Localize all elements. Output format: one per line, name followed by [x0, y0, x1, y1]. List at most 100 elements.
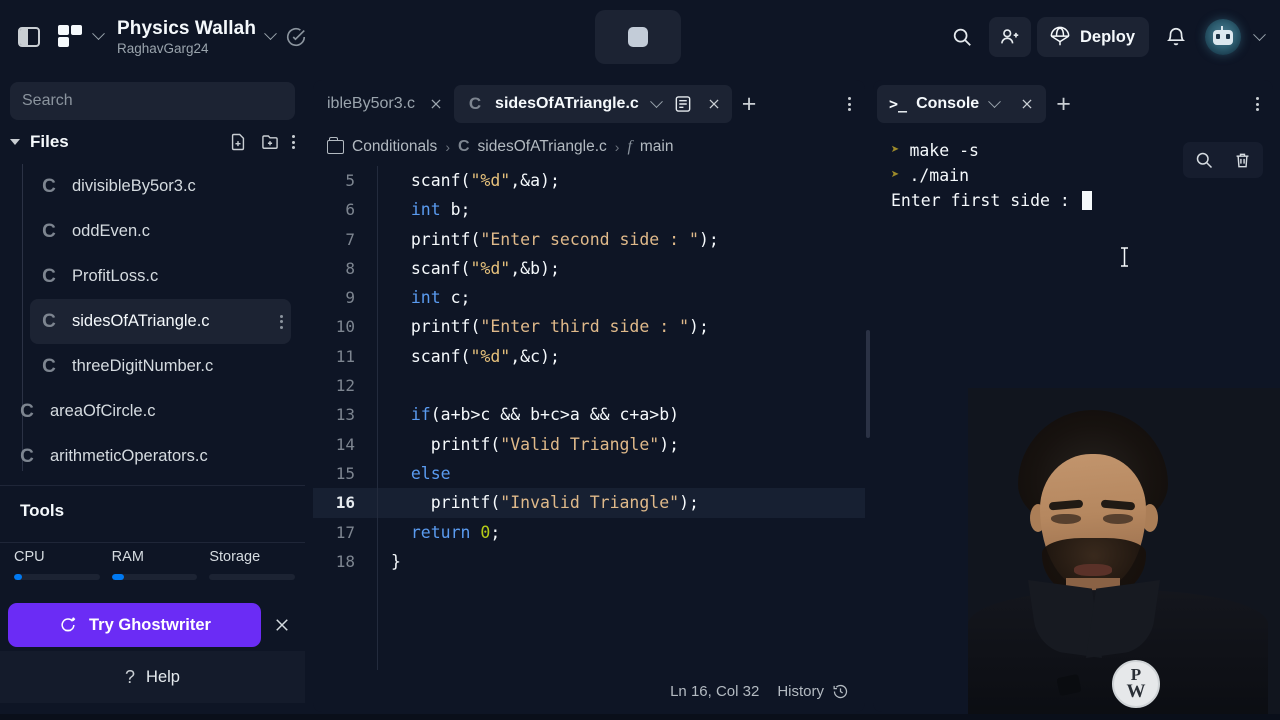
close-icon[interactable] [702, 97, 726, 111]
chevron-down-icon[interactable] [1253, 27, 1266, 41]
workspace-chevron-icon[interactable] [92, 27, 105, 41]
webcam-mouth [1074, 564, 1112, 576]
line-number: 16 [335, 493, 355, 513]
robot-avatar-icon[interactable] [1205, 19, 1241, 55]
search-input[interactable] [22, 92, 283, 110]
code-line[interactable]: 11 scanf("%d",&c); [313, 342, 865, 371]
file-tree-item-selected[interactable]: C sidesOfATriangle.c [30, 299, 291, 344]
code-token: (a+b>c && b+c>a && c+a>b) [430, 405, 680, 425]
breadcrumb-symbol[interactable]: main [640, 138, 674, 156]
help-label: Help [146, 667, 180, 686]
line-source[interactable]: printf("Enter third side : "); [369, 312, 709, 341]
close-icon[interactable] [1012, 97, 1042, 111]
code-line[interactable]: 12 [313, 371, 865, 400]
history-label: History [777, 682, 824, 700]
code-line[interactable]: 5 scanf("%d",&a); [313, 166, 865, 195]
try-ghostwriter-button[interactable]: Try Ghostwriter [8, 603, 261, 647]
line-number: 18 [335, 551, 355, 571]
code-line[interactable]: 6 int b; [313, 195, 865, 224]
files-section-header[interactable]: Files [0, 120, 305, 164]
code-line[interactable]: 16 printf("Invalid Triangle"); [313, 488, 865, 518]
project-owner: RaghavGarg24 [117, 40, 209, 56]
editor-scrollbar[interactable] [866, 330, 870, 438]
code-token: ( [470, 317, 481, 337]
document-preview-icon[interactable] [673, 94, 693, 114]
code-line[interactable]: 18} [313, 547, 865, 576]
trash-icon[interactable] [1227, 146, 1257, 174]
search-icon[interactable] [1189, 146, 1219, 174]
new-file-icon[interactable] [228, 132, 248, 152]
file-tree-item[interactable]: C divisibleBy5or3.c [30, 164, 291, 209]
help-button[interactable]: ? Help [0, 651, 305, 703]
file-tree-item[interactable]: C arithmeticOperators.c [8, 434, 291, 479]
code-line[interactable]: 13 if(a+b>c && b+c>a && c+a>b) [313, 400, 865, 429]
code-line[interactable]: 17 return 0; [313, 518, 865, 547]
close-icon[interactable] [424, 97, 448, 111]
plus-icon[interactable]: + [1046, 91, 1081, 117]
invite-user-icon[interactable] [988, 17, 1031, 57]
tools-section-header[interactable]: Tools [0, 486, 305, 536]
line-source[interactable]: scanf("%d",&a); [369, 166, 560, 195]
kebab-menu-icon[interactable] [848, 97, 861, 111]
code-line[interactable]: 10 printf("Enter third side : "); [313, 312, 865, 341]
bottom-strip [0, 714, 1280, 720]
bell-icon[interactable] [1155, 17, 1197, 57]
code-line[interactable]: 9 int c; [313, 283, 865, 312]
search-icon[interactable] [941, 17, 983, 57]
search-input-wrapper[interactable] [10, 82, 295, 120]
kebab-menu-icon[interactable] [280, 314, 291, 329]
tab-label: ibleBy5or3.c [327, 95, 416, 112]
line-source[interactable]: scanf("%d",&b); [369, 254, 560, 283]
editor-tab-inactive[interactable]: ibleBy5or3.c [317, 85, 454, 123]
line-number: 5 [345, 171, 355, 190]
new-folder-icon[interactable] [260, 132, 280, 152]
breadcrumb-file[interactable]: sidesOfATriangle.c [478, 138, 607, 156]
workspace-identity[interactable]: Physics Wallah RaghavGarg24 [58, 18, 307, 56]
line-source[interactable]: scanf("%d",&c); [369, 342, 560, 371]
file-tree-item[interactable]: C ProfitLoss.c [30, 254, 291, 299]
line-source[interactable]: else [369, 459, 451, 488]
line-source[interactable]: printf("Valid Triangle"); [369, 430, 679, 459]
file-tree-item[interactable]: C oddEven.c [30, 209, 291, 254]
breadcrumb-folder[interactable]: Conditionals [352, 138, 437, 156]
file-tree-item[interactable]: C areaOfCircle.c [8, 389, 291, 434]
console-tab-bar: >_ Console + [873, 80, 1273, 128]
code-line[interactable]: 15 else [313, 459, 865, 488]
chevron-down-icon[interactable] [10, 139, 20, 145]
check-circle-icon[interactable] [285, 26, 307, 48]
console-tab[interactable]: >_ Console [877, 85, 1047, 123]
chevron-down-icon[interactable] [649, 94, 663, 108]
plus-icon[interactable]: + [732, 91, 767, 117]
editor-tab-active[interactable]: C sidesOfATriangle.c [454, 85, 732, 123]
code-line[interactable]: 8 scanf("%d",&b); [313, 254, 865, 283]
line-source[interactable]: } [369, 547, 401, 576]
code-lines[interactable]: 5 scanf("%d",&a); 6 int b; 7 printf("Enter… [313, 166, 865, 576]
code-line[interactable]: 7 printf("Enter second side : "); [313, 225, 865, 254]
file-tree-item[interactable]: C threeDigitNumber.c [30, 344, 291, 389]
project-chevron-icon[interactable] [264, 27, 277, 41]
close-icon[interactable] [265, 616, 299, 634]
line-source[interactable]: int c; [369, 283, 471, 312]
replit-workspace: Physics Wallah RaghavGarg24 Deploy Searc… [0, 0, 1280, 720]
line-source[interactable]: printf("Enter second side : "); [369, 225, 719, 254]
stop-run-button[interactable] [595, 10, 681, 64]
chevron-down-icon[interactable] [988, 94, 1002, 108]
sidebar-toggle-icon[interactable] [14, 22, 44, 52]
code-token: int [410, 288, 441, 308]
history-button[interactable]: History [777, 683, 849, 700]
line-source[interactable]: printf("Invalid Triangle"); [369, 488, 699, 517]
c-file-icon: C [42, 220, 56, 242]
line-source[interactable]: return 0; [369, 518, 500, 547]
user-avatar-group[interactable] [1205, 19, 1241, 55]
line-source[interactable]: if(a+b>c && b+c>a && c+a>b) [369, 400, 679, 429]
code-line[interactable]: 14 printf("Valid Triangle"); [313, 430, 865, 459]
deploy-button[interactable]: Deploy [1036, 17, 1149, 57]
line-source[interactable]: int b; [369, 195, 471, 224]
kebab-menu-icon[interactable] [292, 135, 295, 149]
code-content[interactable]: 5 scanf("%d",&a); 6 int b; 7 printf("Enter… [313, 166, 865, 670]
resource-meters[interactable]: CPU RAM Storage [0, 543, 305, 599]
file-name: threeDigitNumber.c [72, 357, 214, 375]
kebab-menu-icon[interactable] [1256, 97, 1269, 111]
